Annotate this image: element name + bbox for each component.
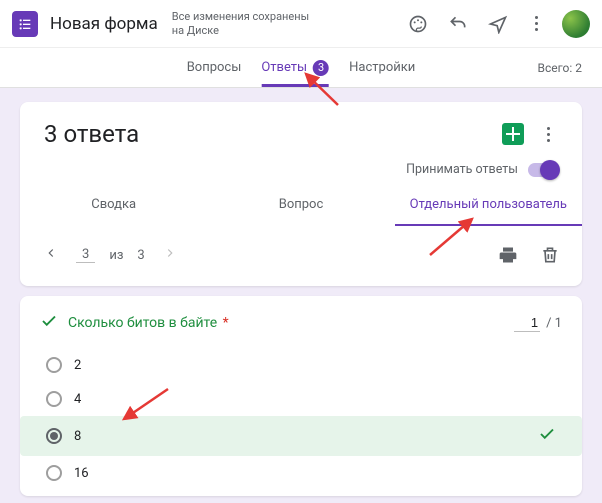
subtab-summary[interactable]: Сводка	[20, 187, 207, 226]
delete-icon[interactable]	[538, 243, 562, 267]
total-count-label: Всего: 2	[537, 61, 582, 75]
subtab-question[interactable]: Вопрос	[207, 187, 394, 226]
tab-questions[interactable]: Вопросы	[187, 48, 242, 87]
option-row[interactable]: 4	[40, 382, 562, 416]
radio-icon	[46, 465, 62, 481]
correct-check-icon	[538, 425, 556, 447]
responses-title: 3 ответа	[44, 120, 139, 148]
print-icon[interactable]	[496, 243, 520, 267]
option-label: 4	[74, 392, 81, 407]
option-label: 2	[74, 358, 81, 373]
correct-check-icon	[40, 312, 58, 334]
more-menu-icon[interactable]	[526, 14, 546, 34]
accept-responses-toggle[interactable]	[528, 163, 558, 177]
palette-icon[interactable]	[406, 12, 430, 36]
tab-responses[interactable]: Ответы 3	[261, 48, 329, 87]
responses-card: 3 ответа Принимать ответы Сводка Вопрос …	[20, 102, 582, 286]
option-label: 16	[74, 466, 89, 481]
send-icon[interactable]	[486, 12, 510, 36]
responses-count-badge: 3	[313, 60, 329, 76]
pager-next-icon[interactable]	[159, 242, 181, 268]
responses-more-icon[interactable]	[538, 124, 558, 144]
main-tabs: Вопросы Ответы 3 Настройки Всего: 2	[0, 48, 602, 88]
sheets-icon[interactable]	[502, 123, 524, 145]
option-label: 8	[74, 429, 81, 444]
radio-icon	[46, 357, 62, 373]
score-max: / 1	[546, 316, 562, 331]
question-card: Сколько битов в байте * / 1 2 4 8 16	[20, 296, 582, 496]
tab-label: Настройки	[349, 60, 415, 75]
undo-icon[interactable]	[446, 12, 470, 36]
topbar: Новая форма Все изменения сохранены на Д…	[0, 0, 602, 48]
accept-responses-label: Принимать ответы	[406, 162, 518, 177]
tab-settings[interactable]: Настройки	[349, 48, 415, 87]
question-title: Сколько битов в байте *	[68, 315, 229, 331]
avatar[interactable]	[562, 10, 590, 38]
radio-icon	[46, 391, 62, 407]
score-input[interactable]	[514, 314, 540, 332]
option-row[interactable]: 2	[40, 348, 562, 382]
option-row[interactable]: 8	[20, 416, 582, 456]
pager-total: 3	[137, 248, 144, 263]
pager-prev-icon[interactable]	[40, 242, 62, 268]
save-status-text: Все изменения сохранены на Диске	[172, 10, 322, 36]
tab-label: Вопросы	[187, 60, 242, 75]
form-title[interactable]: Новая форма	[50, 14, 158, 34]
radio-icon	[46, 428, 62, 444]
pager-current[interactable]: 3	[76, 247, 95, 263]
tab-label: Ответы	[261, 60, 307, 75]
option-row[interactable]: 16	[40, 456, 562, 490]
forms-logo-icon	[12, 11, 38, 37]
required-star-icon: *	[219, 315, 229, 331]
subtab-individual[interactable]: Отдельный пользователь	[395, 187, 582, 226]
pager-of-label: из	[109, 248, 123, 263]
question-title-text: Сколько битов в байте	[68, 315, 217, 331]
